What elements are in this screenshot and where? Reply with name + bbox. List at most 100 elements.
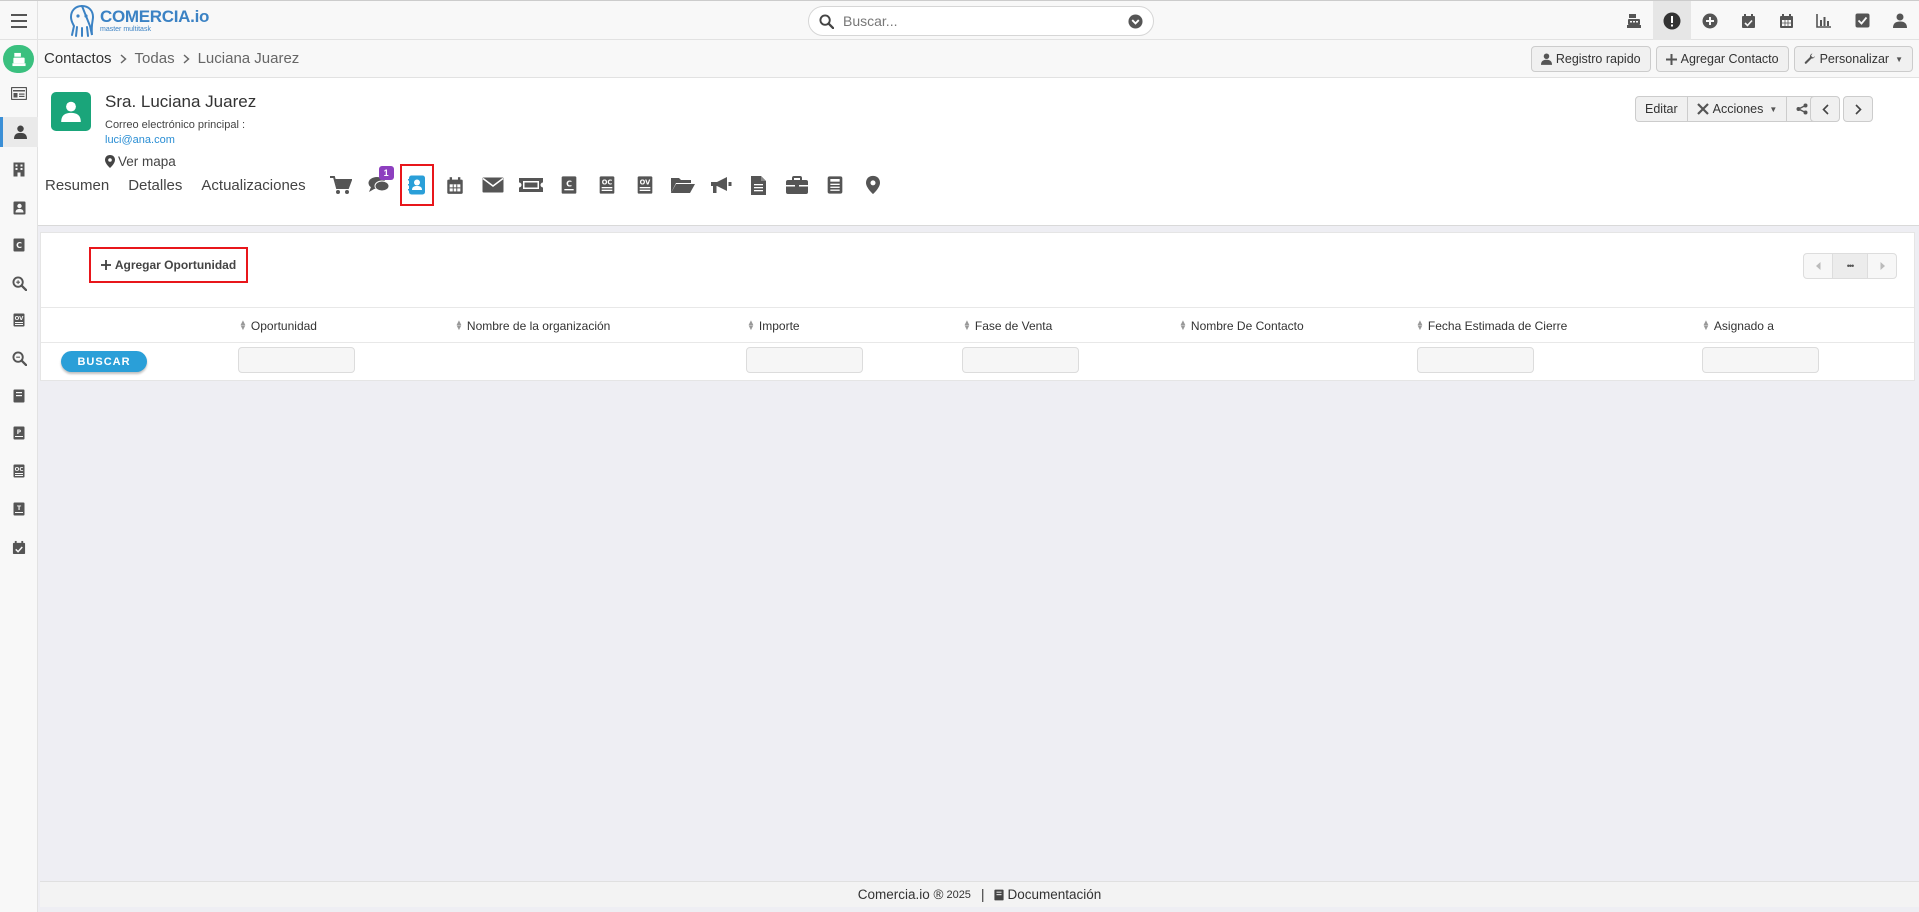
tab-products[interactable] — [325, 165, 357, 205]
tab-documents[interactable] — [667, 165, 699, 205]
search-button[interactable]: BUSCAR — [61, 351, 147, 372]
sidebar-item-quotes[interactable]: C — [0, 230, 38, 260]
building-icon — [13, 162, 25, 176]
actions-dropdown[interactable]: Acciones ▼ — [1686, 96, 1788, 122]
filter-assigned-to-input[interactable] — [1702, 347, 1819, 373]
user-icon — [61, 101, 81, 122]
next-page-button[interactable] — [1867, 253, 1897, 279]
column-header-opportunity[interactable]: ▲ ▼ Oportunidad — [239, 319, 317, 333]
edit-label: Editar — [1645, 102, 1678, 116]
previous-record-button[interactable] — [1810, 96, 1840, 122]
sidebar-item-invoices[interactable]: P — [0, 418, 38, 448]
calendar-check-icon[interactable] — [1729, 1, 1767, 40]
tab-opportunities[interactable] — [399, 164, 434, 206]
tab-details[interactable]: Detalles — [128, 177, 182, 194]
svg-text:OV: OV — [639, 178, 650, 186]
column-header-assigned-to[interactable]: ▲ ▼ Asignado a — [1702, 319, 1774, 333]
tab-updates[interactable]: Actualizaciones — [201, 177, 305, 194]
contact-name: Sra. Luciana Juarez — [105, 92, 257, 111]
column-header-contact-name[interactable]: ▲ ▼ Nombre De Contacto — [1179, 319, 1304, 333]
breadcrumb-all[interactable]: Todas — [135, 50, 175, 67]
sidebar-item-book[interactable] — [0, 381, 38, 411]
breadcrumb-contacts[interactable]: Contactos — [44, 50, 112, 67]
wrench-icon — [1804, 53, 1815, 64]
tab-tickets[interactable] — [515, 165, 547, 205]
caret-down-icon: ▼ — [1895, 54, 1903, 64]
column-header-organization[interactable]: ▲ ▼ Nombre de la organización — [455, 319, 610, 333]
quick-record-button[interactable]: Registro rapido — [1530, 46, 1651, 72]
previous-page-button[interactable] — [1803, 253, 1833, 279]
share-icon — [1796, 103, 1808, 115]
menu-icon[interactable] — [0, 1, 38, 40]
chart-icon[interactable] — [1805, 1, 1843, 40]
shopping-cart-icon — [329, 175, 352, 194]
tab-purchase-orders[interactable]: OC — [591, 165, 623, 205]
edit-button[interactable]: Editar — [1635, 96, 1688, 122]
search-input[interactable] — [843, 13, 1128, 29]
sidebar-item-purchase-orders[interactable]: OC — [0, 456, 38, 486]
tab-summary[interactable]: Resumen — [45, 177, 109, 194]
calendar-check-icon — [12, 540, 26, 554]
calendar-icon[interactable] — [1767, 1, 1805, 40]
envelope-icon — [482, 177, 504, 193]
cash-register-badge-icon[interactable] — [3, 45, 34, 73]
sidebar-item-contact-card[interactable] — [0, 193, 38, 223]
app-logo[interactable]: COMERCIA.io master multitask — [68, 3, 209, 38]
id-card-icon — [11, 86, 27, 100]
sidebar-item-sales-orders[interactable]: OV — [0, 305, 38, 335]
filter-row: BUSCAR — [41, 343, 1914, 380]
sidebar-item-search-plus[interactable] — [0, 343, 38, 373]
filter-sales-stage-input[interactable] — [962, 347, 1079, 373]
more-pages-button[interactable]: ••• — [1832, 253, 1868, 279]
add-contact-button[interactable]: Agregar Contacto — [1655, 46, 1789, 72]
tab-sales-orders[interactable]: OV — [629, 165, 661, 205]
tab-notes[interactable] — [743, 165, 775, 205]
chevron-down-circle-icon[interactable] — [1128, 13, 1143, 29]
tab-campaigns[interactable] — [705, 165, 737, 205]
sidebar-item-organizations[interactable] — [0, 154, 38, 184]
chevron-right-icon — [1880, 262, 1885, 270]
sidebar-item-search-zoom[interactable] — [0, 268, 38, 298]
add-opportunity-button[interactable]: Agregar Oportunidad — [89, 247, 248, 283]
filter-opportunity-input[interactable] — [238, 347, 355, 373]
user-icon — [14, 125, 27, 139]
column-header-amount[interactable]: ▲ ▼ Importe — [747, 319, 800, 333]
tab-cash-register[interactable] — [819, 165, 851, 205]
sidebar-item-document-t[interactable]: T — [0, 494, 38, 524]
alert-icon[interactable] — [1653, 1, 1691, 40]
tab-locations[interactable] — [857, 165, 889, 205]
sidebar-item-tasks[interactable] — [0, 532, 38, 562]
calendar-icon — [446, 176, 463, 194]
sidebar-item-id-card[interactable] — [0, 78, 38, 108]
footer-brand: Comercia.io ® — [857, 887, 944, 902]
sidebar-item-contacts[interactable] — [0, 117, 38, 147]
filter-amount-input[interactable] — [746, 347, 863, 373]
global-search[interactable] — [808, 6, 1154, 36]
tab-projects[interactable] — [781, 165, 813, 205]
tab-calendar[interactable] — [439, 165, 471, 205]
column-header-close-date[interactable]: ▲ ▼ Fecha Estimada de Cierre — [1416, 319, 1567, 333]
cash-register-icon[interactable] — [1615, 1, 1653, 40]
documentation-link[interactable]: Documentación — [994, 887, 1101, 902]
folder-open-icon — [670, 178, 695, 193]
next-record-button[interactable] — [1843, 96, 1873, 122]
tab-quotes[interactable]: C — [553, 165, 585, 205]
comments-count-badge: 1 — [378, 166, 394, 180]
actions-label: Acciones — [1712, 102, 1764, 116]
tab-emails[interactable] — [477, 165, 509, 205]
email-link[interactable]: luci@ana.com — [105, 134, 175, 146]
filter-close-date-input[interactable] — [1417, 347, 1534, 373]
column-header-sales-stage[interactable]: ▲ ▼ Fase de Venta — [963, 319, 1052, 333]
documentation-label: Documentación — [1007, 887, 1102, 902]
record-tabs: Resumen Detalles Actualizaciones 1 C OC … — [45, 164, 895, 206]
sort-icon: ▲ ▼ — [1702, 318, 1710, 332]
user-icon[interactable] — [1881, 1, 1919, 40]
logo-text: COMERCIA.io — [100, 7, 210, 26]
book-icon — [994, 889, 1005, 900]
sort-icon: ▲ ▼ — [239, 318, 247, 332]
tab-comments[interactable]: 1 — [363, 165, 395, 205]
customize-button[interactable]: Personalizar ▼ — [1793, 46, 1913, 72]
add-circle-icon[interactable] — [1691, 1, 1729, 40]
document-ov-icon: OV — [637, 176, 652, 194]
checkbox-icon[interactable] — [1843, 1, 1881, 40]
